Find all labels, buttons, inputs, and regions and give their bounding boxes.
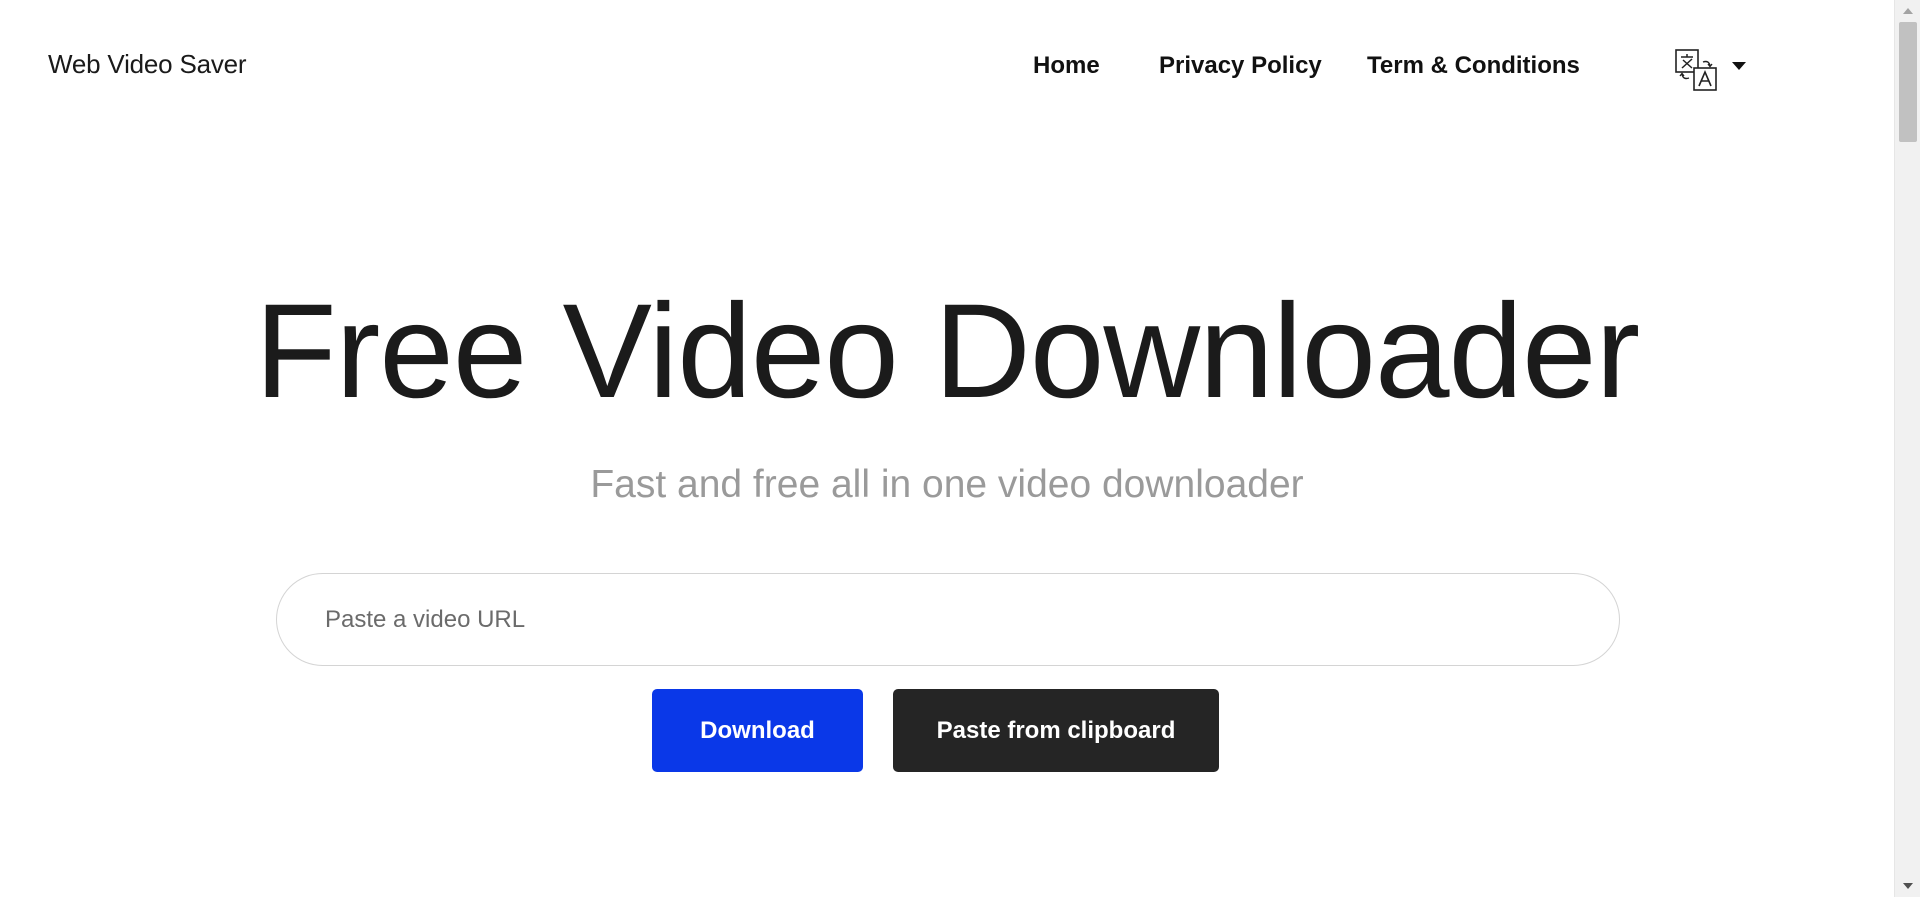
url-input-container [276,573,1620,666]
brand-logo-text[interactable]: Web Video Saver [48,49,247,80]
translate-icon [1675,49,1717,91]
page-subtitle: Fast and free all in one video downloade… [590,463,1304,506]
nav-link-home[interactable]: Home [1033,52,1100,80]
scroll-up-arrow-icon[interactable] [1903,8,1913,14]
video-url-input[interactable] [325,574,1575,665]
vertical-scrollbar[interactable] [1894,0,1920,897]
page: Web Video Saver Home Privacy Policy Term… [0,0,1894,897]
page-title: Free Video Downloader [254,277,1640,426]
caret-down-icon [1732,62,1746,70]
download-button[interactable]: Download [652,689,863,772]
nav-link-terms-conditions[interactable]: Term & Conditions [1367,52,1580,80]
scroll-down-arrow-icon[interactable] [1903,883,1913,889]
scrollbar-thumb[interactable] [1899,22,1917,142]
language-selector[interactable] [1674,48,1752,92]
paste-from-clipboard-button[interactable]: Paste from clipboard [893,689,1219,772]
nav-link-privacy-policy[interactable]: Privacy Policy [1159,52,1322,80]
